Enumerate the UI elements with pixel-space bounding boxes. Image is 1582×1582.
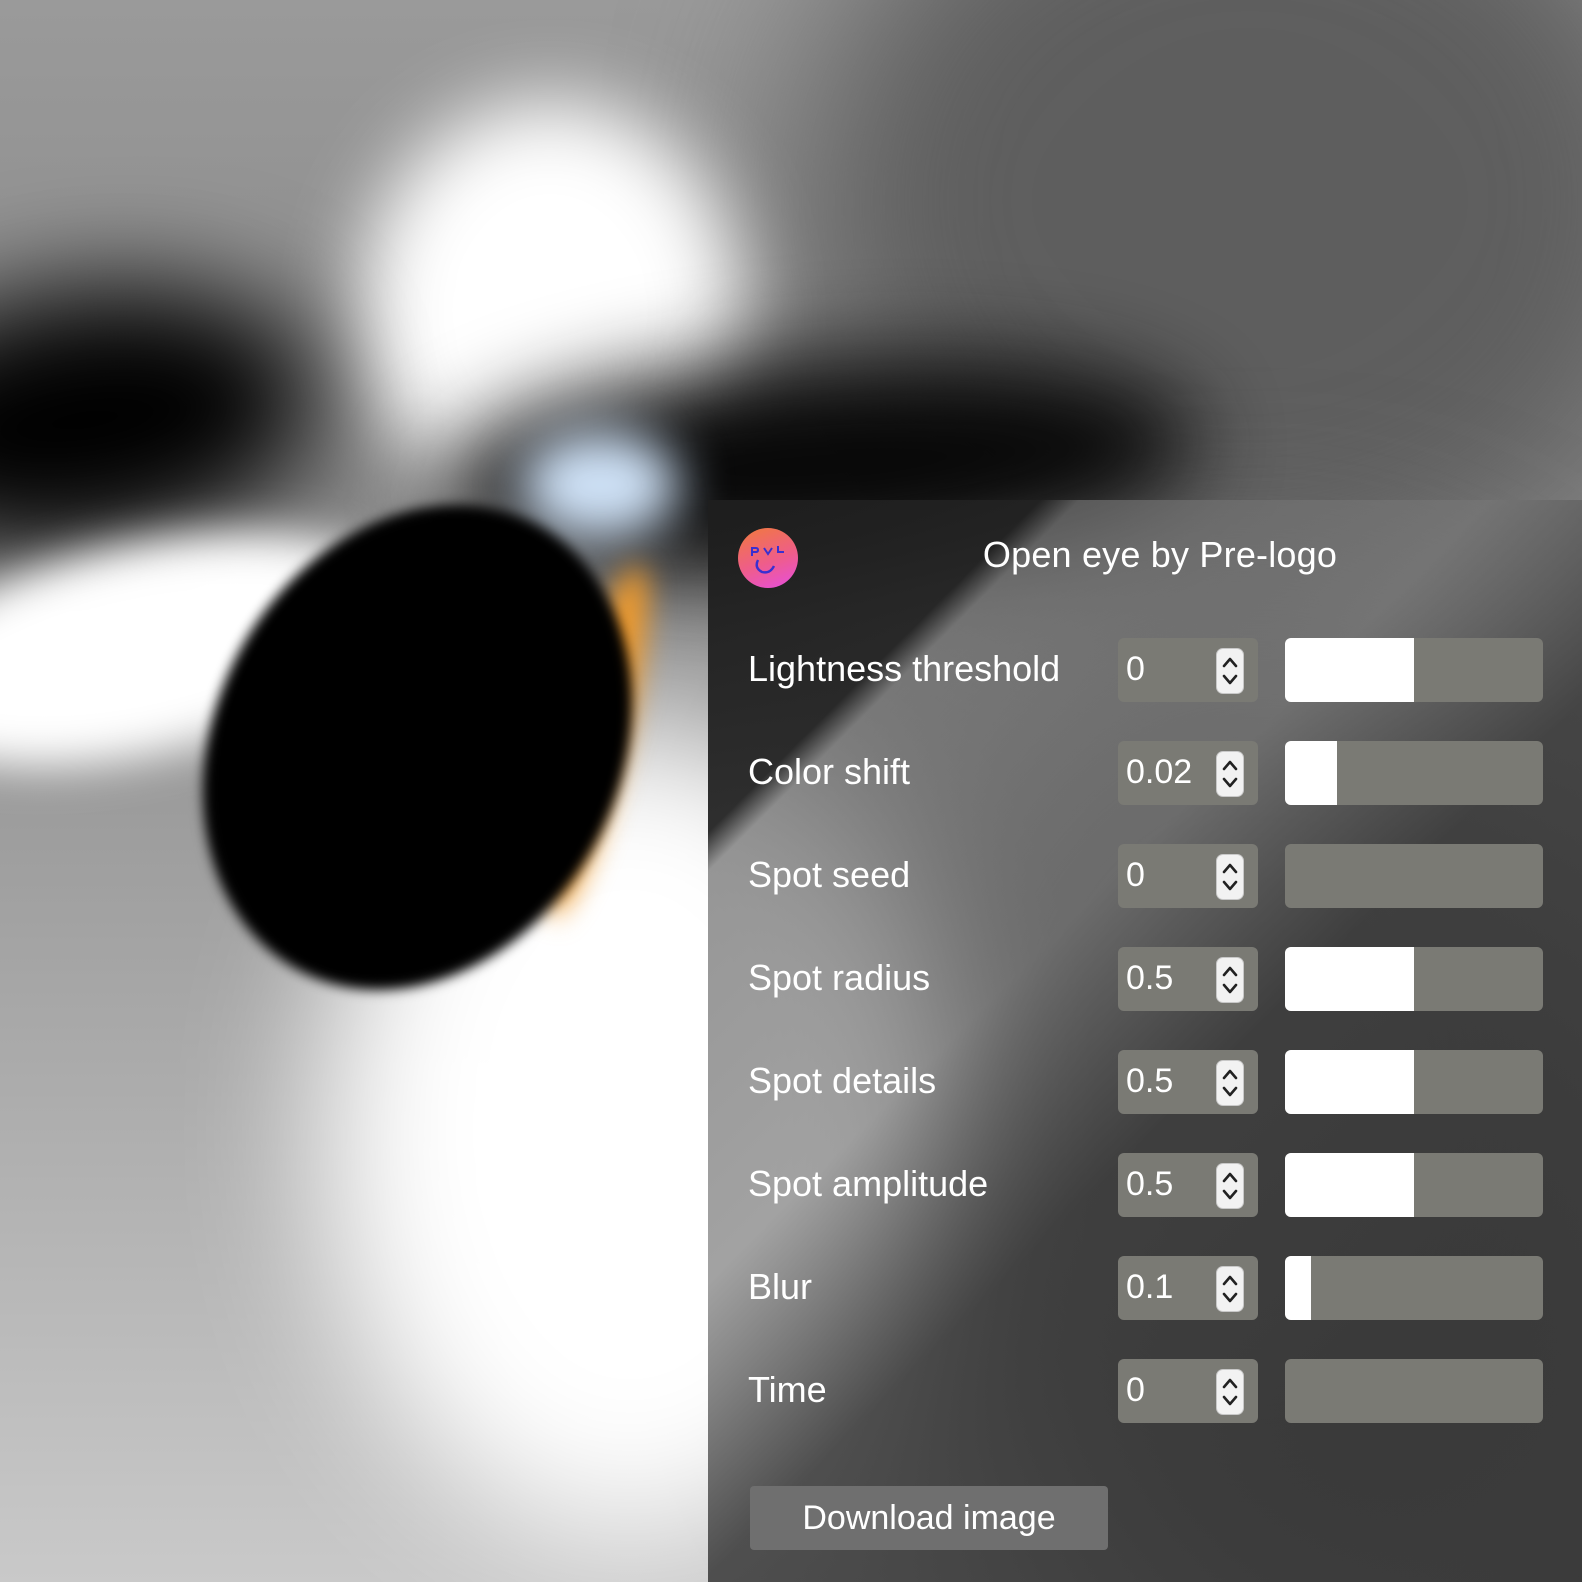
lightness-threshold-number-input[interactable]: 0 [1118,638,1258,702]
download-image-button[interactable]: Download image [750,1486,1108,1550]
spot-radius-slider[interactable] [1285,947,1543,1011]
color-shift-slider[interactable] [1285,741,1543,805]
spinner-arrows-icon[interactable] [1216,1266,1244,1312]
spot-details-number-input[interactable]: 0.5 [1118,1050,1258,1114]
controls-panel: Open eye by Pre-logo Lightness threshold… [708,500,1582,1582]
spot-radius-value[interactable]: 0.5 [1126,959,1173,998]
spinner-arrows-icon[interactable] [1216,1163,1244,1209]
spinner-arrows-icon[interactable] [1216,751,1244,797]
spinner-arrows-icon[interactable] [1216,854,1244,900]
control-label-blur: Blur [748,1266,813,1307]
lightness-threshold-value[interactable]: 0 [1126,650,1145,689]
spot-radius-slider-fill [1285,947,1414,1011]
spot-seed-value[interactable]: 0 [1126,856,1145,895]
spot-amplitude-slider[interactable] [1285,1153,1543,1217]
time-value[interactable]: 0 [1126,1371,1145,1410]
spot-amplitude-slider-fill [1285,1153,1414,1217]
spinner-arrows-icon[interactable] [1216,1369,1244,1415]
spot-amplitude-number-input[interactable]: 0.5 [1118,1153,1258,1217]
control-label-color-shift: Color shift [748,751,911,792]
control-row-spot-radius: Spot radius 0.5 [708,947,1582,1011]
spot-seed-slider[interactable] [1285,844,1543,908]
control-row-time: Time 0 [708,1359,1582,1423]
spot-details-value[interactable]: 0.5 [1126,1062,1173,1101]
spot-details-slider-fill [1285,1050,1414,1114]
spot-radius-number-input[interactable]: 0.5 [1118,947,1258,1011]
lightness-threshold-slider-fill [1285,638,1414,702]
color-shift-number-input[interactable]: 0.02 [1118,741,1258,805]
control-label-spot-radius: Spot radius [748,957,931,998]
control-row-spot-details: Spot details 0.5 [708,1050,1582,1114]
control-label-spot-amplitude: Spot amplitude [748,1163,989,1204]
spot-details-slider[interactable] [1285,1050,1543,1114]
control-label-lightness-threshold: Lightness threshold [748,648,1061,689]
control-row-blur: Blur 0.1 [708,1256,1582,1320]
spot-amplitude-value[interactable]: 0.5 [1126,1165,1173,1204]
spinner-arrows-icon[interactable] [1216,1060,1244,1106]
blur-number-input[interactable]: 0.1 [1118,1256,1258,1320]
spot-seed-number-input[interactable]: 0 [1118,844,1258,908]
panel-header: Open eye by Pre-logo [708,500,1582,620]
spinner-arrows-icon[interactable] [1216,648,1244,694]
color-shift-slider-fill [1285,741,1337,805]
control-row-spot-amplitude: Spot amplitude 0.5 [708,1153,1582,1217]
control-label-spot-seed: Spot seed [748,854,911,895]
control-label-time: Time [748,1369,827,1410]
control-label-spot-details: Spot details [748,1060,937,1101]
color-shift-value[interactable]: 0.02 [1126,753,1192,792]
time-slider[interactable] [1285,1359,1543,1423]
control-row-color-shift: Color shift 0.02 [708,741,1582,805]
time-number-input[interactable]: 0 [1118,1359,1258,1423]
lightness-threshold-slider[interactable] [1285,638,1543,702]
control-row-lightness-threshold: Lightness threshold 0 [708,638,1582,702]
spinner-arrows-icon[interactable] [1216,957,1244,1003]
blur-value[interactable]: 0.1 [1126,1268,1173,1307]
blur-slider[interactable] [1285,1256,1543,1320]
control-row-spot-seed: Spot seed 0 [708,844,1582,908]
panel-title: Open eye by Pre-logo [982,534,1338,575]
blur-slider-fill [1285,1256,1311,1320]
